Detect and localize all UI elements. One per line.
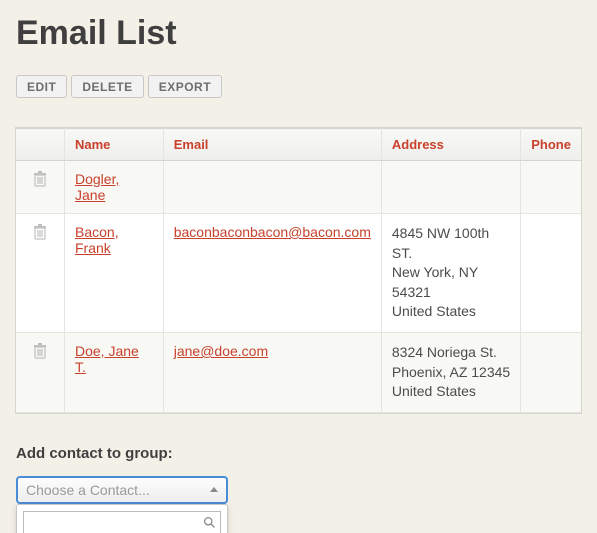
add-contact-label: Add contact to group: bbox=[16, 445, 581, 462]
delete-button[interactable]: DELETE bbox=[71, 75, 143, 98]
trash-icon[interactable] bbox=[16, 332, 65, 412]
cell-email: jane@doe.com bbox=[163, 332, 381, 412]
column-phone[interactable]: Phone bbox=[521, 129, 581, 161]
cell-name: Dogler, Jane bbox=[65, 161, 164, 214]
edit-button[interactable]: EDIT bbox=[16, 75, 67, 98]
export-button[interactable]: EXPORT bbox=[148, 75, 222, 98]
trash-icon[interactable] bbox=[16, 161, 65, 214]
table-row: Dogler, Jane bbox=[16, 161, 581, 214]
cell-address bbox=[381, 161, 520, 214]
contact-name-link[interactable]: Doe, Jane T. bbox=[75, 343, 139, 375]
contact-email-link[interactable]: baconbaconbacon@bacon.com bbox=[174, 224, 371, 240]
page-title: Email List bbox=[16, 14, 581, 53]
table-row: Bacon, Frank baconbaconbacon@bacon.com 484… bbox=[16, 214, 581, 333]
cell-email bbox=[163, 161, 381, 214]
cell-phone bbox=[521, 161, 581, 214]
column-address[interactable]: Address bbox=[381, 129, 520, 161]
cell-address: 8324 Noriega St. Phoenix, AZ 12345 Unite… bbox=[381, 332, 520, 412]
cell-address: 4845 NW 100th ST. New York, NY 54321 Uni… bbox=[381, 214, 520, 333]
contacts-table: Name Email Address Phone Dogler, Jane Bac… bbox=[16, 128, 581, 413]
column-name[interactable]: Name bbox=[65, 129, 164, 161]
cell-name: Bacon, Frank bbox=[65, 214, 164, 333]
chevron-up-icon bbox=[210, 487, 218, 492]
column-email[interactable]: Email bbox=[163, 129, 381, 161]
search-icon bbox=[203, 516, 216, 532]
contact-select[interactable]: Choose a Contact... Fakename, Bob and Ja… bbox=[16, 476, 228, 504]
trash-icon[interactable] bbox=[16, 214, 65, 333]
table-row: Doe, Jane T. jane@doe.com 8324 Noriega St.… bbox=[16, 332, 581, 412]
toolbar: EDIT DELETE EXPORT bbox=[16, 75, 581, 98]
contact-name-link[interactable]: Bacon, Frank bbox=[75, 224, 119, 256]
contact-search-input[interactable] bbox=[28, 514, 203, 533]
contact-select-placeholder: Choose a Contact... bbox=[26, 482, 150, 498]
column-delete bbox=[16, 129, 65, 161]
contact-email-link[interactable]: jane@doe.com bbox=[174, 343, 268, 359]
contact-name-link[interactable]: Dogler, Jane bbox=[75, 171, 119, 203]
cell-phone bbox=[521, 214, 581, 333]
contact-select-dropdown: Fakename, Bob and JamiraJames, BradfordJ… bbox=[16, 504, 228, 533]
cell-phone bbox=[521, 332, 581, 412]
cell-email: baconbaconbacon@bacon.com bbox=[163, 214, 381, 333]
contact-select-head[interactable]: Choose a Contact... bbox=[16, 476, 228, 504]
cell-name: Doe, Jane T. bbox=[65, 332, 164, 412]
add-contact-section: Add contact to group: Choose a Contact..… bbox=[16, 445, 581, 504]
